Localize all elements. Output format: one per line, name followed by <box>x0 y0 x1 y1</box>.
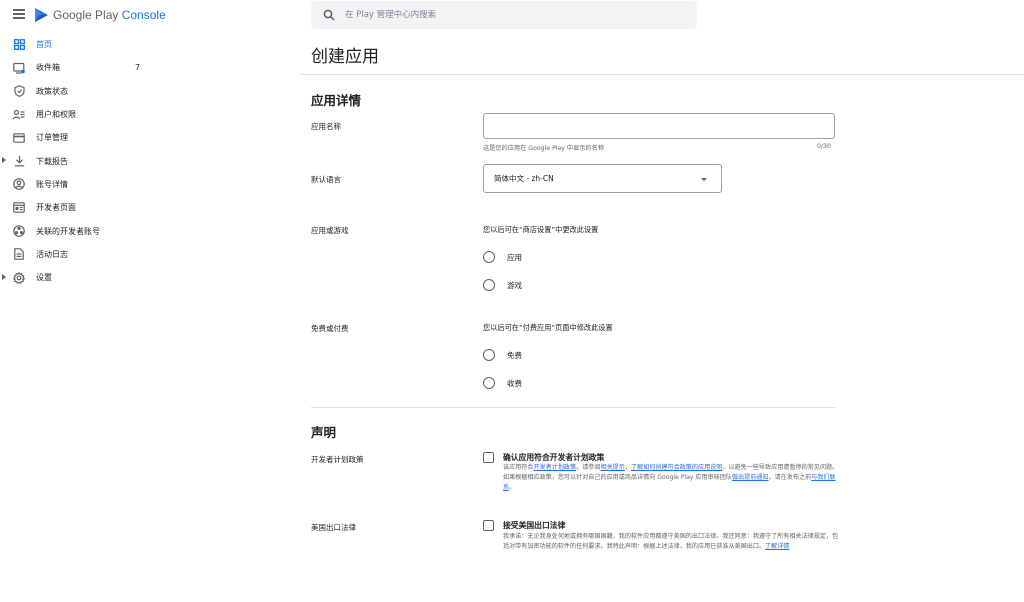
sidebar-item-label: 政策状态 <box>36 86 68 96</box>
app-name-label: 应用名称 <box>311 122 341 131</box>
inbox-count-badge: 7 <box>135 63 141 73</box>
default-language-label: 默认语言 <box>311 175 341 184</box>
section-title-declarations: 声明 <box>311 425 337 440</box>
developer-page-icon <box>13 202 25 214</box>
dashboard-icon <box>13 39 25 51</box>
sidebar-item-label: 收件箱 <box>36 63 60 73</box>
radio-app[interactable]: 应用 <box>483 251 522 263</box>
search-input[interactable] <box>345 10 675 20</box>
free-or-paid-label: 免费或付费 <box>311 324 349 333</box>
sidebar-item-download-reports[interactable]: 下载报告 <box>0 149 300 172</box>
radio-paid[interactable]: 收费 <box>483 377 522 389</box>
sidebar-item-label: 活动日志 <box>36 249 68 259</box>
radio-label: 收费 <box>507 378 522 388</box>
search-icon <box>323 9 335 21</box>
sidebar-item-home[interactable]: 首页 <box>0 33 300 56</box>
shield-check-icon <box>13 85 25 98</box>
radio-button-icon[interactable] <box>483 377 495 389</box>
users-permissions-icon <box>13 109 25 121</box>
app-name-input[interactable] <box>483 113 835 139</box>
sidebar-item-label: 用户和权限 <box>36 110 76 120</box>
radio-label: 应用 <box>507 252 522 262</box>
expand-caret-icon[interactable] <box>2 273 6 280</box>
sidebar-item-activity-log[interactable]: 活动日志 <box>0 243 300 266</box>
sidebar-item-label: 账号详情 <box>36 179 68 189</box>
developer-policy-label: 开发者计划政策 <box>311 455 364 464</box>
radio-free[interactable]: 免费 <box>483 349 522 361</box>
us-export-law-title: 接受美国出口法律 <box>503 521 566 530</box>
sidebar-item-label: 订单管理 <box>36 133 68 143</box>
sidebar-item-label: 设置 <box>36 273 52 283</box>
dropdown-arrow-icon <box>701 178 707 181</box>
sidebar-item-label: 下载报告 <box>36 156 68 166</box>
learn-more-link[interactable]: 了解详情 <box>765 543 789 550</box>
sidebar-item-label: 开发者页面 <box>36 203 76 213</box>
developer-policy-title: 确认应用符合开发者计划政策 <box>503 453 605 462</box>
divider <box>300 74 1024 75</box>
linked-accounts-icon <box>13 225 25 237</box>
related-tips-link[interactable]: 相关提示 <box>601 464 625 471</box>
logo-text: Google Play Console <box>53 8 166 22</box>
app-name-hint: 这是您的应用在 Google Play 中显示的名称 <box>483 145 605 152</box>
radio-button-icon[interactable] <box>483 349 495 361</box>
divider <box>311 407 835 408</box>
app-name-char-counter: 0/30 <box>817 143 831 150</box>
default-language-value: 简体中文 - zh-CN <box>494 174 554 183</box>
developer-policy-checkbox[interactable] <box>483 452 494 463</box>
document-icon <box>13 248 25 261</box>
free-or-paid-note: 您以后可在“付费应用”页面中修改此设置 <box>483 323 613 332</box>
radio-button-icon[interactable] <box>483 279 495 291</box>
search-bar[interactable] <box>311 1 697 29</box>
us-export-law-label: 美国出口法律 <box>311 523 356 532</box>
policy-compliant-description-link[interactable]: 了解如何创建符合政策的应用说明 <box>631 464 722 471</box>
sidebar-nav: 首页 收件箱 7 政策状态 用户和权限 订单管理 下载报告 账号详情 开发者页面… <box>0 33 300 289</box>
radio-button-icon[interactable] <box>483 251 495 263</box>
sidebar-item-developer-page[interactable]: 开发者页面 <box>0 196 300 219</box>
sidebar-item-settings[interactable]: 设置 <box>0 266 300 289</box>
app-or-game-note: 您以后可在“商店设置”中更改此设置 <box>483 225 599 234</box>
sidebar-item-account-details[interactable]: 账号详情 <box>0 173 300 196</box>
developer-policy-link[interactable]: 开发者计划政策 <box>533 464 576 471</box>
sidebar-item-order-management[interactable]: 订单管理 <box>0 126 300 149</box>
play-logo-icon <box>35 8 48 22</box>
advance-notice-link[interactable]: 做出提前通知 <box>732 474 769 481</box>
us-export-law-description: 我承诺：无论我身处何地或拥有哪国国籍，我的软件应用都遵守美国的出口法律。我还同意… <box>503 533 839 550</box>
gear-icon <box>13 271 25 284</box>
account-circle-icon <box>13 178 25 191</box>
sidebar-item-users-permissions[interactable]: 用户和权限 <box>0 103 300 126</box>
radio-label: 免费 <box>507 350 522 360</box>
menu-icon[interactable] <box>13 9 25 19</box>
inbox-icon <box>13 62 25 74</box>
download-icon <box>13 155 25 167</box>
developer-policy-description: 该应用符合开发者计划政策。请参阅相关提示，了解如何创建符合政策的应用说明，以避免… <box>503 464 839 491</box>
expand-caret-icon[interactable] <box>2 157 6 164</box>
sidebar-header: Google Play Console <box>0 0 300 30</box>
app-or-game-label: 应用或游戏 <box>311 226 349 235</box>
us-export-law-checkbox[interactable] <box>483 520 494 531</box>
sidebar-item-label: 关联的开发者账号 <box>36 226 100 236</box>
sidebar-item-linked-developer-accounts[interactable]: 关联的开发者账号 <box>0 219 300 242</box>
sidebar: Google Play Console 首页 收件箱 7 政策状态 用户和权限 … <box>0 0 300 602</box>
play-console-logo[interactable]: Google Play Console <box>34 7 166 23</box>
sidebar-item-label: 首页 <box>36 40 52 50</box>
page-title: 创建应用 <box>311 47 379 67</box>
default-language-select[interactable]: 简体中文 - zh-CN <box>483 164 722 193</box>
credit-card-icon <box>13 132 25 144</box>
sidebar-item-policy-status[interactable]: 政策状态 <box>0 80 300 103</box>
radio-label: 游戏 <box>507 280 522 290</box>
radio-game[interactable]: 游戏 <box>483 279 522 291</box>
section-title-app-details: 应用详情 <box>311 93 362 108</box>
sidebar-item-inbox[interactable]: 收件箱 7 <box>0 56 300 79</box>
